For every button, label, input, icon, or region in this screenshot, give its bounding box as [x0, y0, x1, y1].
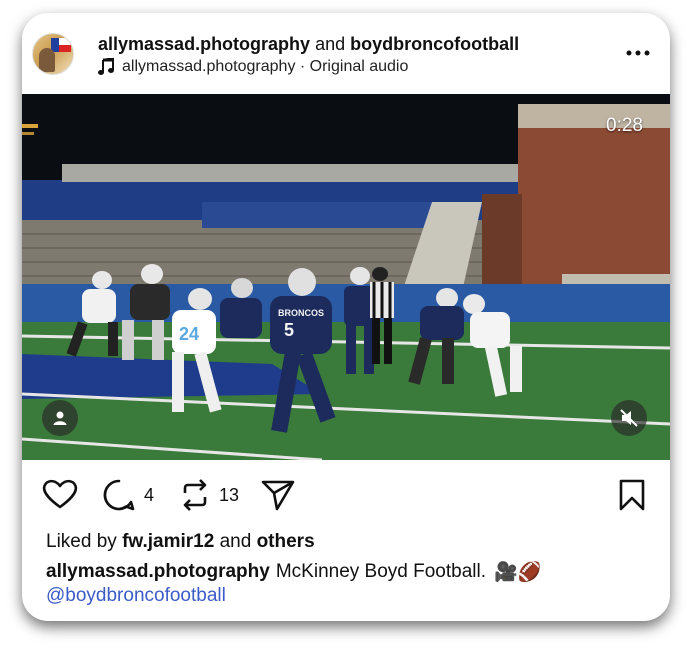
caption: allymassad.photography McKinney Boyd Foo… — [46, 560, 541, 584]
like-button[interactable] — [42, 478, 78, 510]
caption-text: McKinney Boyd Football. — [275, 561, 487, 582]
muted-speaker-icon — [620, 409, 638, 427]
video-frame: 24 5 BRONCOS — [22, 94, 670, 460]
likes-user[interactable]: fw.jamir12 — [122, 531, 214, 552]
likes-prefix: Liked by — [46, 531, 117, 552]
avatar-flag-white — [59, 38, 71, 45]
author-link[interactable]: allymassad.photography — [98, 34, 310, 54]
video-player[interactable]: 24 5 BRONCOS 0:28 — [22, 94, 670, 460]
post-header: allymassad.photography and boydbroncofoo… — [22, 13, 670, 93]
save-button[interactable] — [619, 479, 645, 511]
caption-mention[interactable]: @boydbroncofootball — [46, 585, 226, 607]
jersey-text: BRONCOS — [278, 308, 324, 318]
comment-count: 4 — [144, 484, 155, 505]
music-note-icon — [98, 58, 114, 75]
likes-connector: and — [219, 531, 252, 552]
authors-connector: and — [315, 34, 346, 54]
avatar-person — [39, 48, 55, 72]
comment-button[interactable]: 4 — [102, 478, 154, 512]
user-tag-button[interactable] — [42, 400, 78, 436]
svg-text:24: 24 — [179, 324, 199, 344]
share-button[interactable] — [260, 478, 296, 512]
repost-button[interactable]: 13 — [179, 478, 239, 512]
avatar-flag-red — [59, 45, 71, 52]
heart-icon — [42, 479, 78, 509]
audio-attribution[interactable]: allymassad.photography · Original audio — [98, 58, 408, 76]
avatar[interactable] — [32, 33, 74, 75]
repost-icon — [183, 479, 207, 511]
post-actions: 4 13 — [22, 473, 670, 517]
likes-others[interactable]: others — [257, 531, 315, 552]
more-icon[interactable] — [626, 49, 650, 57]
coauthor-link[interactable]: boydbroncofootball — [350, 34, 519, 54]
caption-username[interactable]: allymassad.photography — [46, 561, 270, 583]
post-card: allymassad.photography and boydbroncofoo… — [22, 13, 670, 621]
mute-button[interactable] — [611, 400, 647, 436]
share-icon — [261, 480, 295, 511]
post-authors: allymassad.photography and boydbroncofoo… — [98, 34, 519, 55]
repost-count: 13 — [219, 484, 240, 505]
caption-emoji: 🎥🏈 — [494, 562, 542, 583]
bookmark-icon — [619, 479, 645, 511]
likes-summary[interactable]: Liked by fw.jamir12 and others — [46, 531, 315, 553]
user-tag-icon — [53, 411, 67, 425]
audio-label: allymassad.photography · Original audio — [122, 58, 409, 75]
jersey-number: 5 — [284, 320, 294, 340]
time-remaining: 0:28 — [606, 115, 643, 136]
comment-icon — [103, 479, 135, 511]
